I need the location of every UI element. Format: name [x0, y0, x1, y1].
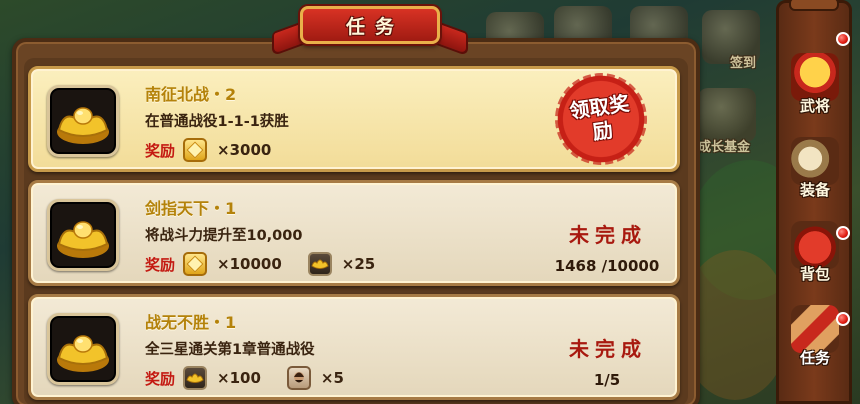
claim-reward-label: 领取奖励	[567, 91, 631, 145]
reward-row: 奖励 ×3000	[145, 137, 297, 163]
general-helmet-icon	[791, 53, 839, 101]
quest-name: 战无不胜・1	[145, 313, 237, 332]
gold-coin-icon	[183, 252, 208, 276]
sidebar-item-generals[interactable]: 武将	[783, 49, 847, 129]
background-label-growth-fund: 成长基金	[698, 140, 751, 155]
reward-row: 奖励 ×10000 ×25	[145, 251, 401, 277]
quest-icon-frame	[47, 85, 119, 157]
reward-label: 奖励	[145, 369, 176, 388]
background-label-checkin: 签到	[730, 56, 757, 71]
quest-progress: 1/5	[593, 371, 621, 389]
quest-card: 战无不胜・1 全三星通关第1章普通战役 奖励 ×100 ×5 未完成 1/5	[28, 294, 680, 400]
reward-quantity: ×100	[217, 369, 261, 387]
page-title: 任务	[345, 15, 404, 38]
title-banner: 任务	[272, 2, 468, 58]
claim-reward-button[interactable]: 领取奖励	[549, 67, 653, 171]
quest-description: 全三星通关第1章普通战役	[145, 342, 315, 358]
title-box: 任务	[300, 6, 440, 44]
sidebar-top-cap	[789, 0, 839, 11]
reward-quantity: ×3000	[217, 141, 272, 159]
gold-ingot-icon	[307, 252, 332, 276]
reward-quantity: ×25	[341, 255, 376, 273]
right-sidebar: 武将 装备 背包 任务	[776, 0, 852, 404]
quest-progress: 1468 /10000	[554, 257, 660, 275]
quest-name: 南征北战・2	[145, 85, 237, 104]
quest-name: 剑指天下・1	[145, 199, 237, 218]
sidebar-item-label: 装备	[799, 181, 830, 199]
quest-status: 未完成	[569, 337, 647, 361]
scroll-icon	[791, 305, 839, 353]
equipment-icon	[791, 137, 839, 185]
notification-badge	[836, 32, 850, 46]
reward-quantity: ×10000	[217, 255, 282, 273]
gold-coin-icon	[183, 138, 208, 162]
quest-icon-frame	[47, 199, 119, 271]
notification-badge	[836, 226, 850, 240]
gold-ingot-icon	[57, 335, 109, 372]
bag-icon	[791, 221, 839, 269]
reward-row: 奖励 ×100 ×5	[145, 365, 370, 391]
general-portrait-icon	[286, 366, 311, 390]
sidebar-item-equipment[interactable]: 装备	[783, 133, 847, 213]
gold-ingot-icon	[57, 221, 109, 258]
sidebar-item-label: 武将	[799, 97, 830, 115]
gold-ingot-icon	[183, 366, 208, 390]
gold-ingot-icon	[57, 107, 109, 144]
reward-label: 奖励	[145, 255, 176, 274]
sidebar-item-label: 任务	[799, 349, 830, 367]
sidebar-item-label: 背包	[799, 265, 830, 283]
reward-quantity: ×5	[320, 369, 344, 387]
quest-description: 在普通战役1-1-1获胜	[145, 114, 289, 130]
quest-card: 南征北战・2 在普通战役1-1-1获胜 奖励 ×3000 领取奖励	[28, 66, 680, 172]
quest-icon-frame	[47, 313, 119, 385]
reward-label: 奖励	[145, 141, 176, 160]
quest-description: 将战斗力提升至10,000	[145, 228, 303, 244]
quest-status: 未完成	[569, 223, 647, 247]
quest-card: 剑指天下・1 将战斗力提升至10,000 奖励 ×10000 ×25 未完成 1…	[28, 180, 680, 286]
background-icon	[698, 88, 756, 142]
notification-badge	[836, 312, 850, 326]
